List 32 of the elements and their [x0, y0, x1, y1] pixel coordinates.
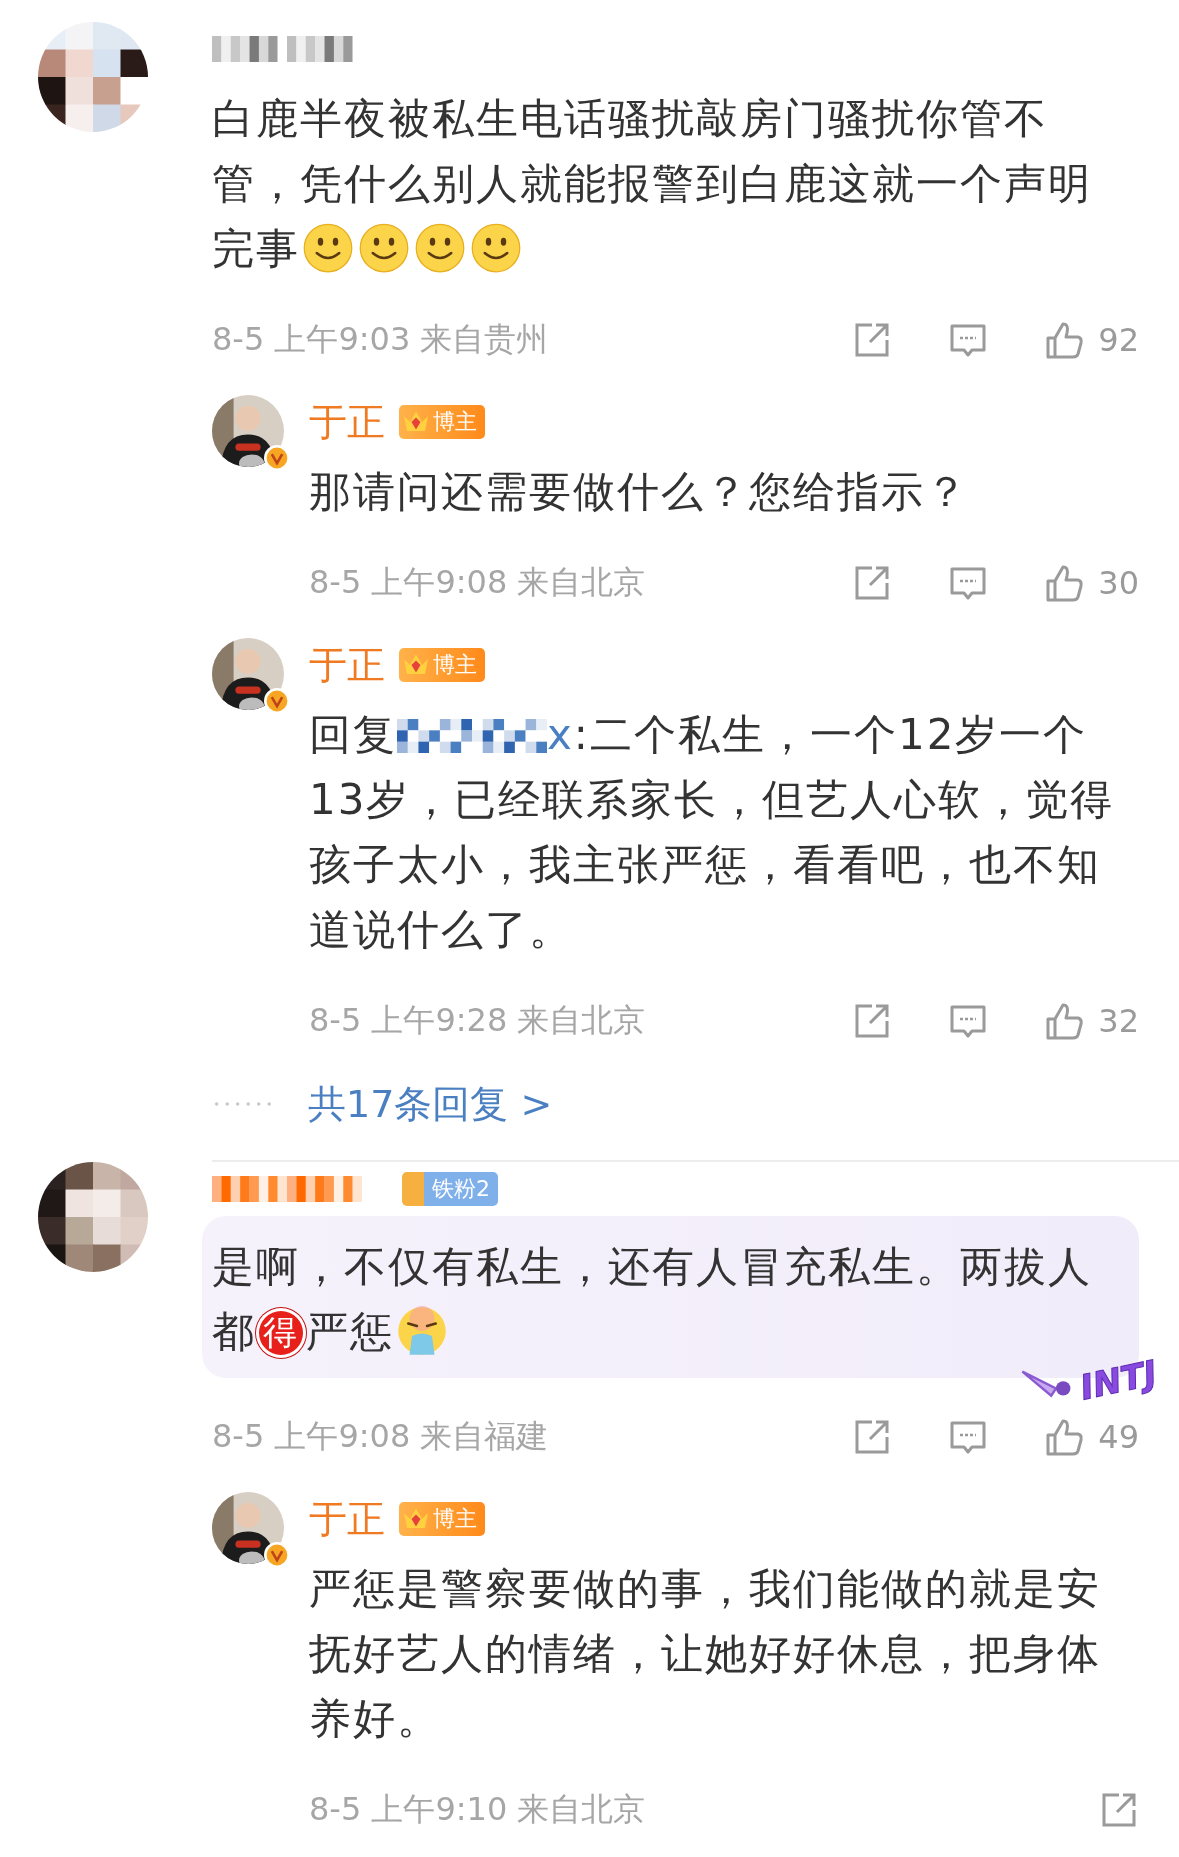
smile-emoji-icon	[415, 223, 465, 273]
author-name[interactable]: 于正	[309, 639, 385, 691]
thumbs-up-icon[interactable]	[1044, 1001, 1085, 1041]
mention-link[interactable]: x	[547, 710, 574, 759]
stamp-emoji: 得	[256, 1308, 306, 1358]
reply-text: 那请问还需要做什么？您给指示？	[309, 466, 970, 518]
comment-meta: 8-5 上午9:03 来自贵州	[212, 319, 549, 360]
thumbs-up-icon[interactable]	[1044, 563, 1085, 603]
reply-meta: 8-5 上午9:08 来自北京	[309, 562, 646, 603]
smile-emoji-icon	[303, 223, 353, 273]
blogger-badge: 博主	[399, 405, 485, 439]
comment-meta: 8-5 上午9:08 来自福建	[212, 1416, 549, 1457]
like-count: 49	[1098, 1418, 1139, 1456]
fan-badge: 铁粉2	[402, 1172, 498, 1206]
author-name[interactable]: 于正	[309, 396, 385, 448]
more-replies-link[interactable]: 共17条回复 >	[308, 1078, 553, 1130]
reply-meta: 8-5 上午9:28 来自北京	[309, 1000, 646, 1041]
like-count: 30	[1098, 564, 1139, 602]
smile-emoji-icon	[359, 223, 409, 273]
reply-text: 严惩是警察要做的事，我们能做的就是安抚好艺人的情绪，让她好好休息，把身体养好。	[309, 1563, 1102, 1745]
thumbs-up-icon[interactable]	[1044, 1417, 1085, 1457]
like-count: 92	[1098, 321, 1139, 359]
reply-meta: 8-5 上午9:10 来自北京	[309, 1789, 646, 1830]
smile-emoji-icon	[471, 223, 521, 273]
author-name[interactable]: 于正	[309, 1493, 385, 1545]
reply-text: 回复 x:二个私生，一个12岁一个13岁，已经联系家长，但艺人心软，觉得孩子太小，我主张严惩，看看吧，也不知道说什么了。	[309, 709, 1116, 956]
vomit-emoji-icon	[397, 1306, 447, 1356]
like-count: 32	[1098, 1002, 1139, 1040]
comment-text: 白鹿半夜被私生电话骚扰敲房门骚扰你管不管，凭什么别人就能报警到白鹿这就一个声明完事	[212, 93, 1093, 275]
thumbs-up-icon[interactable]	[1044, 320, 1085, 360]
blogger-badge: 博主	[399, 1502, 485, 1536]
blogger-badge: 博主	[399, 648, 485, 682]
